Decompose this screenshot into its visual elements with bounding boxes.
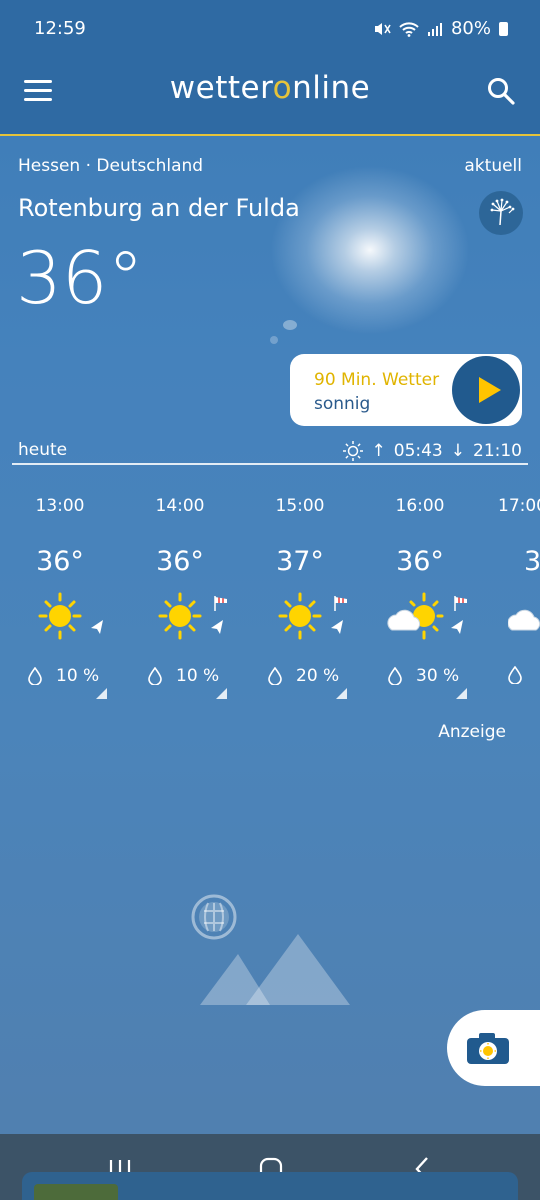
status-time: 12:59 (34, 18, 86, 39)
current-mode-label[interactable]: aktuell (464, 156, 522, 176)
hour-time: 16:00 (395, 496, 445, 516)
city-name: Rotenburg an der Fulda (18, 194, 300, 222)
status-bar: 12:59 80% (0, 0, 540, 58)
sun-times: ↑ 05:43 ↓ 21:10 (342, 440, 522, 462)
hourly-item[interactable]: 17:00 3 (480, 490, 540, 710)
battery-level: 80% (450, 18, 491, 39)
today-label: heute (18, 440, 68, 460)
hour-time: 15:00 (275, 496, 325, 516)
sun-glow-background (270, 165, 470, 335)
wind-sock-icon (454, 596, 467, 611)
app-header: wetteronline (0, 58, 540, 136)
expand-corner-icon (336, 688, 347, 699)
ad-banner-image (34, 1184, 118, 1200)
sunny-icon (38, 592, 82, 640)
play-icon (479, 377, 501, 403)
wind-direction-icon (91, 620, 103, 634)
hourly-item[interactable]: 13:00 36° 10 % (0, 490, 120, 710)
nowcast-subtitle: sonnig (314, 394, 371, 414)
expand-corner-icon (96, 688, 107, 699)
rain-value: 30 % (416, 666, 460, 686)
rain-value: 20 % (296, 666, 340, 686)
expand-corner-icon (216, 688, 227, 699)
wifi-icon (399, 21, 419, 37)
lens-flare (283, 320, 297, 330)
image-placeholder-icon (200, 934, 350, 1005)
lens-flare (270, 336, 278, 344)
search-icon[interactable] (486, 76, 516, 106)
hourly-item[interactable]: 14:00 36° 10 % (120, 490, 240, 710)
nowcast-card[interactable]: 90 Min. Wetter sonnig (290, 354, 522, 426)
signal-icon (427, 22, 442, 36)
hour-time: 14:00 (155, 496, 205, 516)
rain-probability: 30 % (388, 666, 459, 686)
hour-temperature: 3 (524, 546, 540, 577)
expand-corner-icon (456, 688, 467, 699)
ad-label: Anzeige (438, 722, 506, 742)
raindrop-icon (388, 667, 402, 685)
wind-direction-icon (211, 620, 223, 634)
location-region: Hessen · Deutschland (18, 156, 204, 176)
partly-cloudy-icon (387, 592, 444, 640)
hour-temperature: 36° (36, 546, 84, 577)
app-logo: wetteronline (169, 70, 371, 106)
sunrise-time: 05:43 (393, 441, 443, 461)
status-icons: 80% (373, 18, 508, 39)
hour-time: 17:00 (498, 496, 540, 516)
sunset-icon: ↓ (450, 441, 465, 461)
raindrop-icon (28, 667, 42, 685)
dandelion-icon (490, 198, 515, 226)
hour-time: 13:00 (35, 496, 85, 516)
sunny-icon (278, 592, 322, 640)
rain-probability: 10 % (148, 666, 219, 686)
battery-icon (499, 21, 508, 36)
raindrop-icon (268, 667, 282, 685)
hour-temperature: 36° (396, 546, 444, 577)
current-temperature: 36° (16, 236, 144, 320)
mute-icon (374, 22, 391, 35)
rain-value: 10 % (176, 666, 220, 686)
camera-button[interactable] (447, 1010, 540, 1086)
sunrise-icon: ↑ (371, 441, 386, 461)
rain-probability: 20 % (268, 666, 339, 686)
wind-sock-icon (214, 596, 227, 611)
rain-probability: 10 % (28, 666, 99, 686)
raindrop-icon (148, 667, 162, 685)
hour-temperature: 37° (276, 546, 324, 577)
partly-cloudy-icon (508, 609, 540, 631)
rain-probability (508, 666, 536, 684)
raindrop-icon (508, 666, 522, 684)
pollen-button[interactable] (479, 191, 523, 235)
hourly-item[interactable]: 16:00 36° 30 % (360, 490, 480, 710)
wind-direction-icon (451, 620, 463, 634)
sunset-time: 21:10 (473, 441, 522, 461)
hourly-item[interactable]: 15:00 37° 20 % (240, 490, 360, 710)
hour-temperature: 36° (156, 546, 204, 577)
nowcast-title: 90 Min. Wetter (314, 370, 440, 390)
wind-direction-icon (331, 620, 343, 634)
rain-value: 10 % (56, 666, 100, 686)
sunny-icon (158, 592, 202, 640)
play-button[interactable] (452, 356, 520, 424)
wind-sock-icon (334, 596, 347, 611)
divider (12, 463, 528, 465)
camera-icon (467, 1033, 509, 1064)
sun-outline-icon (342, 441, 363, 461)
